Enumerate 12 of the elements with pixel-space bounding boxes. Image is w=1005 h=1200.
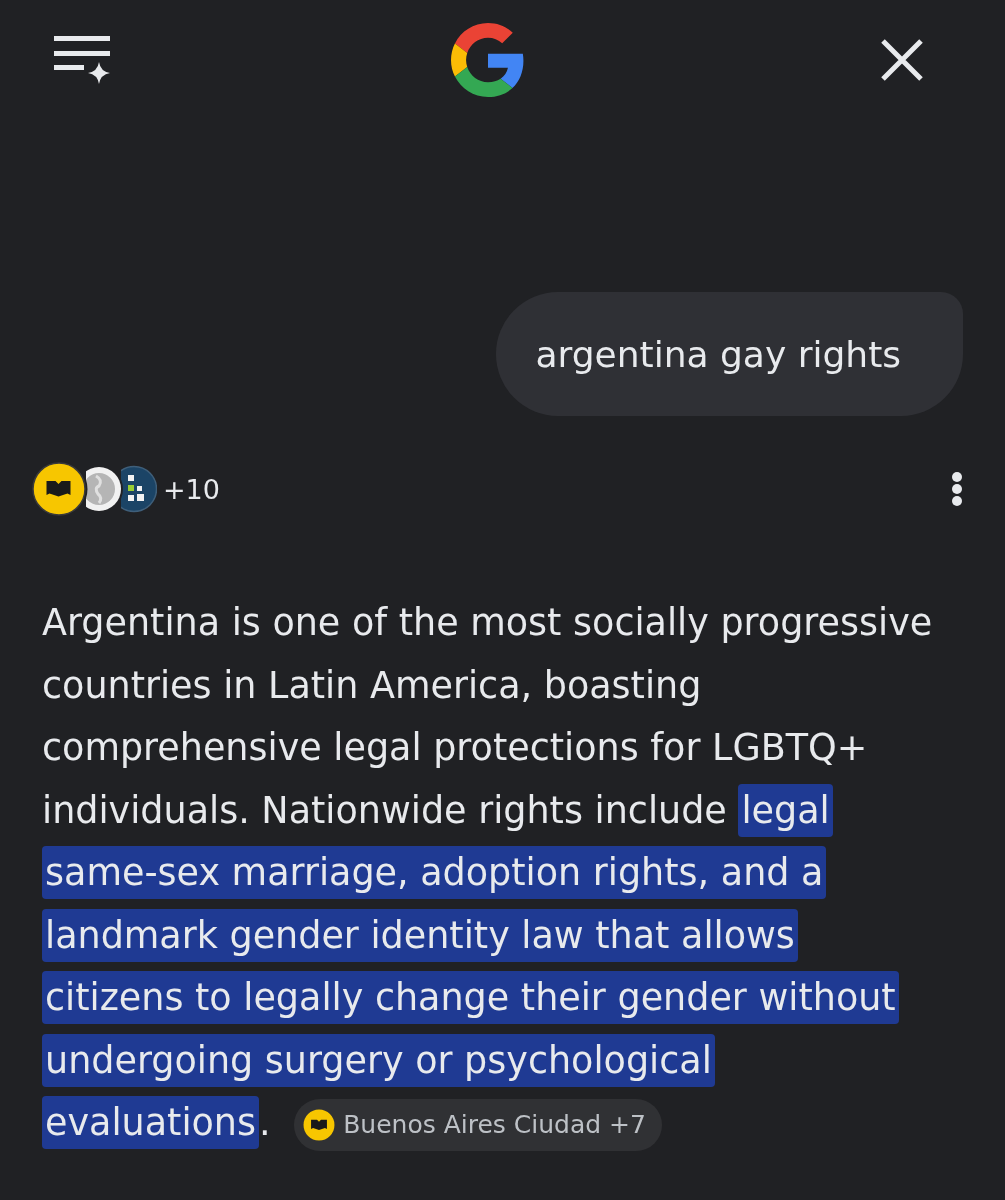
menu-button[interactable] (53, 35, 111, 85)
source-logo-icon[interactable] (32, 462, 86, 516)
more-icon (951, 471, 963, 507)
source-count[interactable]: +10 (163, 473, 220, 505)
more-options-button[interactable] (951, 471, 963, 507)
close-button[interactable] (881, 39, 923, 81)
source-logo-icon (303, 1108, 336, 1141)
source-chip[interactable]: Buenos Aires Ciudad +7 (294, 1098, 662, 1151)
menu-sparkle-icon (53, 35, 111, 85)
query-bubble: argentina gay rights (495, 292, 963, 416)
close-icon (881, 39, 923, 81)
g-logo-icon (451, 23, 525, 97)
